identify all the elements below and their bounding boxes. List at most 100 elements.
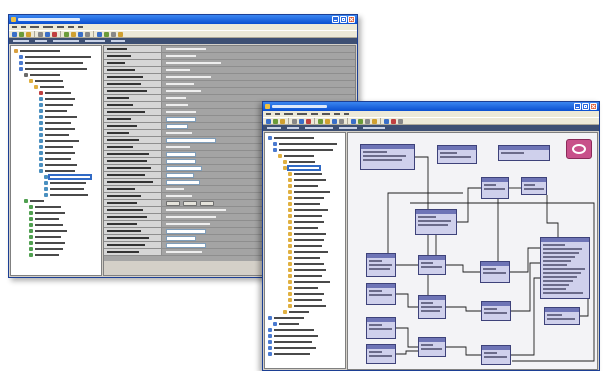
minimize-icon[interactable] bbox=[332, 16, 339, 23]
menu-item[interactable] bbox=[334, 113, 340, 115]
menu-item[interactable] bbox=[21, 26, 26, 28]
diagram-node[interactable] bbox=[366, 344, 396, 364]
diagram-node[interactable] bbox=[366, 317, 396, 339]
toolbar-button[interactable] bbox=[111, 31, 116, 37]
diagram-node[interactable] bbox=[366, 283, 396, 305]
toolbar-button[interactable] bbox=[52, 31, 57, 37]
nav-tab[interactable] bbox=[13, 40, 29, 42]
menu-item[interactable] bbox=[12, 26, 17, 28]
toolbar-button[interactable] bbox=[398, 118, 403, 124]
toolbar-button[interactable] bbox=[384, 118, 389, 124]
property-input[interactable] bbox=[166, 137, 216, 143]
menu-item[interactable] bbox=[311, 113, 318, 115]
toolbar-button[interactable] bbox=[318, 118, 323, 124]
toolbar-button[interactable] bbox=[71, 31, 76, 37]
toolbar-button[interactable] bbox=[12, 31, 17, 37]
diagram-node[interactable] bbox=[418, 295, 446, 319]
nav-tab[interactable] bbox=[363, 127, 385, 129]
nav-tab[interactable] bbox=[339, 127, 357, 129]
toolbar-button[interactable] bbox=[266, 118, 271, 124]
toolbar-button[interactable] bbox=[19, 31, 24, 37]
property-input[interactable] bbox=[166, 165, 202, 171]
toolbar-button[interactable] bbox=[332, 118, 337, 124]
menu-item[interactable] bbox=[43, 26, 53, 28]
nav-tab[interactable] bbox=[85, 40, 105, 42]
maximize-icon[interactable] bbox=[582, 103, 589, 110]
minimize-icon[interactable] bbox=[574, 103, 581, 110]
toolbar-button[interactable] bbox=[280, 118, 285, 124]
nav-tab[interactable] bbox=[111, 40, 125, 42]
diagram-node[interactable] bbox=[480, 261, 510, 283]
diagram-node[interactable] bbox=[366, 253, 396, 277]
toolbar-button[interactable] bbox=[325, 118, 330, 124]
toolbar-button[interactable] bbox=[45, 31, 50, 37]
toolbar-button[interactable] bbox=[64, 31, 69, 37]
maximize-icon[interactable] bbox=[340, 16, 347, 23]
diagram-node[interactable] bbox=[481, 345, 511, 365]
close-icon[interactable] bbox=[348, 16, 355, 23]
toolbar-button[interactable] bbox=[351, 118, 356, 124]
menu-item[interactable] bbox=[275, 113, 280, 115]
toolbar-button[interactable] bbox=[358, 118, 363, 124]
toolbar-button[interactable] bbox=[104, 31, 109, 37]
menu-item[interactable] bbox=[57, 26, 64, 28]
menu-item[interactable] bbox=[322, 113, 330, 115]
property-input[interactable] bbox=[166, 242, 206, 248]
diagram-node[interactable] bbox=[521, 177, 547, 195]
nav-tab[interactable] bbox=[35, 40, 47, 42]
menu-item[interactable] bbox=[284, 113, 293, 115]
diagram-node[interactable] bbox=[415, 209, 457, 235]
toolbar-button[interactable] bbox=[26, 31, 31, 37]
toolbar-button[interactable] bbox=[78, 31, 83, 37]
property-input[interactable] bbox=[166, 158, 196, 164]
diagram-node[interactable] bbox=[544, 307, 580, 325]
toolbar-button[interactable] bbox=[118, 31, 123, 37]
tree-item[interactable] bbox=[11, 252, 101, 258]
toolbar-button[interactable] bbox=[365, 118, 370, 124]
toolbar-button[interactable] bbox=[97, 31, 102, 37]
toolbar-button[interactable] bbox=[391, 118, 396, 124]
toolbar-button[interactable] bbox=[273, 118, 278, 124]
menu-item[interactable] bbox=[266, 113, 271, 115]
tree-item[interactable] bbox=[265, 351, 345, 357]
diagram-node[interactable] bbox=[481, 301, 511, 321]
diagram-node[interactable] bbox=[418, 255, 446, 275]
nav-tab[interactable] bbox=[53, 40, 79, 42]
close-icon[interactable] bbox=[590, 103, 597, 110]
diagram-node[interactable] bbox=[481, 177, 509, 199]
property-input[interactable] bbox=[166, 179, 200, 185]
property-input[interactable] bbox=[166, 235, 196, 241]
nav-tab[interactable] bbox=[287, 127, 299, 129]
toolbar-button[interactable] bbox=[292, 118, 297, 124]
tree-view[interactable] bbox=[264, 132, 346, 369]
menu-item[interactable] bbox=[68, 26, 74, 28]
toolbar-button[interactable] bbox=[85, 31, 90, 37]
property-button[interactable] bbox=[183, 200, 197, 206]
diagram-node[interactable] bbox=[540, 237, 590, 299]
property-input[interactable] bbox=[166, 228, 206, 234]
menu-item[interactable] bbox=[297, 113, 307, 115]
toolbar-button[interactable] bbox=[306, 118, 311, 124]
toolbar-button[interactable] bbox=[339, 118, 344, 124]
tree-view[interactable] bbox=[10, 45, 102, 276]
toolbar-button[interactable] bbox=[372, 118, 377, 124]
nav-tab[interactable] bbox=[267, 127, 281, 129]
property-button[interactable] bbox=[200, 200, 214, 206]
diagram-node[interactable] bbox=[498, 145, 550, 161]
nav-tab[interactable] bbox=[305, 127, 333, 129]
toolbar-button[interactable] bbox=[38, 31, 43, 37]
menu-item[interactable] bbox=[78, 26, 83, 28]
menu-item[interactable] bbox=[344, 113, 349, 115]
diagram-canvas[interactable] bbox=[347, 132, 598, 370]
diagram-node[interactable] bbox=[360, 144, 415, 170]
property-input[interactable] bbox=[166, 123, 188, 129]
title-bar[interactable] bbox=[263, 102, 599, 111]
title-bar[interactable] bbox=[9, 15, 357, 24]
property-input[interactable] bbox=[166, 116, 196, 122]
diagram-node[interactable] bbox=[437, 145, 477, 164]
toolbar-button[interactable] bbox=[299, 118, 304, 124]
property-input[interactable] bbox=[166, 172, 194, 178]
diagram-node[interactable] bbox=[418, 337, 446, 357]
menu-item[interactable] bbox=[30, 26, 39, 28]
property-button[interactable] bbox=[166, 200, 180, 206]
